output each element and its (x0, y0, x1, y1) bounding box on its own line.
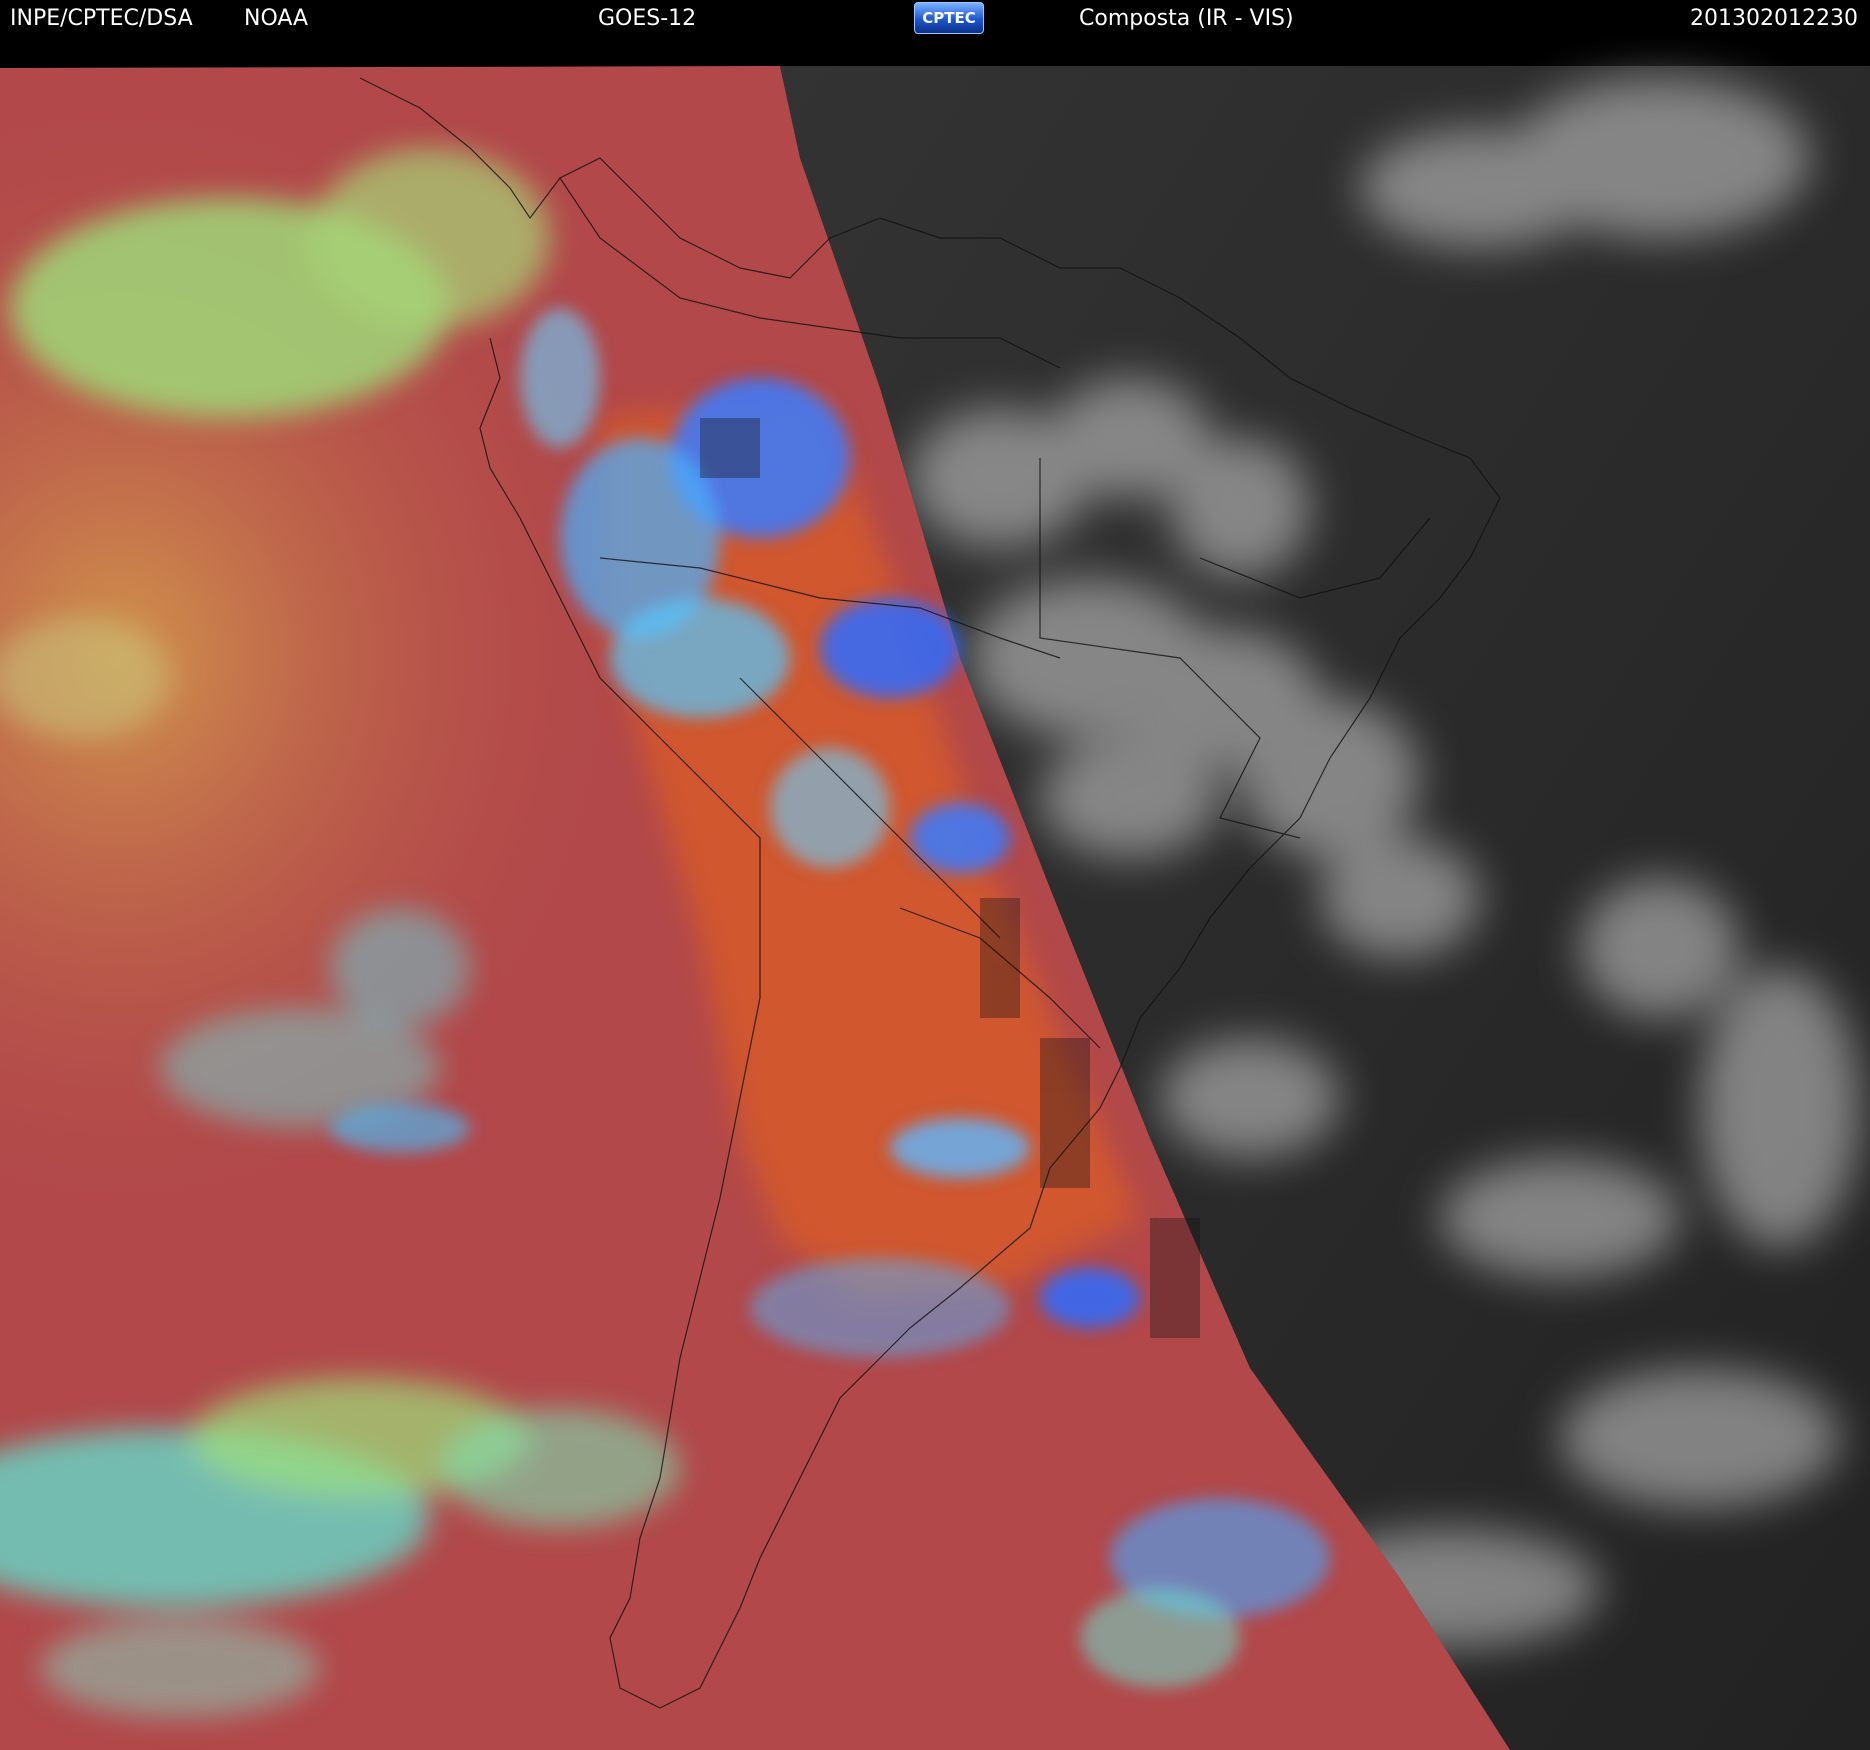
satellite-label: GOES-12 (598, 6, 697, 31)
provider-label: NOAA (244, 6, 309, 31)
satellite-composite-map (0, 38, 1870, 1750)
timestamp-label: 201302012230 (1690, 6, 1858, 31)
image-header: INPE/CPTEC/DSA NOAA GOES-12 CPTEC Compos… (0, 0, 1870, 38)
product-label: Composta (IR - VIS) (1079, 6, 1294, 31)
agency-label: INPE/CPTEC/DSA (10, 6, 193, 31)
cptec-logo: CPTEC (914, 2, 984, 34)
